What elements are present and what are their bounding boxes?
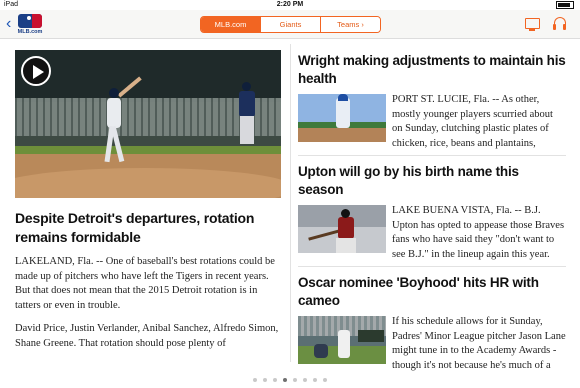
story-headline[interactable]: Oscar nominee 'Boyhood' hits HR with cam… [298, 274, 566, 310]
page-dot[interactable] [303, 378, 307, 382]
mlb-logo-icon [18, 14, 42, 28]
status-bar: iPad 2:20 PM [0, 0, 580, 10]
page-dot[interactable] [273, 378, 277, 382]
navigation-bar: ‹ MLB.com MLB.com Giants Teams › [0, 10, 580, 39]
battery-icon [556, 1, 574, 9]
story-thumbnail[interactable] [298, 316, 386, 364]
story-summary: If his schedule allows for it Sunday, Pa… [392, 316, 566, 371]
feature-paragraph: David Price, Justin Verlander, Anibal Sa… [15, 323, 279, 349]
feature-story[interactable]: Despite Detroit's departures, rotation r… [15, 50, 281, 360]
story-card[interactable]: Wright making adjustments to maintain hi… [298, 52, 566, 150]
segment-giants[interactable]: Giants [261, 17, 321, 32]
feature-video-thumbnail[interactable] [15, 50, 281, 198]
page-dot[interactable] [323, 378, 327, 382]
feature-headline[interactable]: Despite Detroit's departures, rotation r… [15, 209, 281, 247]
page-dot[interactable] [263, 378, 267, 382]
page-dot[interactable] [253, 378, 257, 382]
story-thumbnail[interactable] [298, 205, 386, 253]
clock: 2:20 PM [276, 1, 304, 8]
story-separator [298, 266, 566, 267]
mlb-logo-text: MLB.com [17, 29, 43, 35]
pitcher-figure [101, 76, 142, 166]
play-icon[interactable] [21, 56, 51, 86]
battery-indicator [554, 1, 574, 9]
feature-body: LAKELAND, Fla. -- One of baseball's best… [15, 255, 281, 351]
story-headline[interactable]: Wright making adjustments to maintain hi… [298, 52, 566, 88]
nav-actions [524, 16, 568, 32]
section-segmented-control: MLB.com Giants Teams › [200, 16, 381, 33]
tv-icon[interactable] [524, 16, 540, 32]
feature-paragraph: LAKELAND, Fla. -- One of baseball's best… [15, 256, 275, 311]
story-summary: PORT ST. LUCIE, Fla. -- As other, mostly… [392, 94, 553, 149]
story-headline[interactable]: Upton will go by his birth name this sea… [298, 163, 566, 199]
coach-figure [237, 82, 257, 146]
headphones-icon[interactable] [552, 16, 568, 32]
page-dot[interactable] [313, 378, 317, 382]
story-card[interactable]: Oscar nominee 'Boyhood' hits HR with cam… [298, 274, 566, 372]
mlb-logo[interactable]: MLB.com [16, 14, 44, 35]
page-dot[interactable] [283, 378, 287, 382]
column-divider [290, 44, 291, 362]
segment-mlb[interactable]: MLB.com [201, 17, 261, 32]
story-summary: LAKE BUENA VISTA, Fla. -- B.J. Upton has… [392, 205, 565, 260]
page-dot[interactable] [293, 378, 297, 382]
back-chevron-icon[interactable]: ‹ [6, 16, 11, 32]
story-card[interactable]: Upton will go by his birth name this sea… [298, 163, 566, 261]
page-indicator[interactable] [0, 378, 580, 382]
story-thumbnail[interactable] [298, 94, 386, 142]
story-separator [298, 155, 566, 156]
segment-teams[interactable]: Teams › [321, 17, 380, 32]
